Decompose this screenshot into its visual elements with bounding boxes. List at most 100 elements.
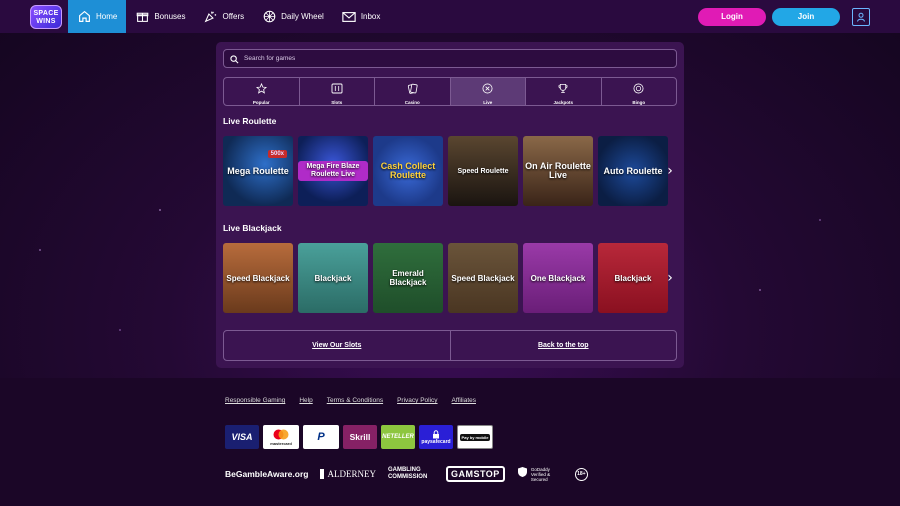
game-tile[interactable]: One Blackjack (523, 243, 593, 313)
nav-offers[interactable]: Offers (194, 0, 253, 33)
tab-slots[interactable]: Slots (300, 78, 375, 105)
nav-home[interactable]: Home (68, 0, 127, 33)
mail-icon (342, 10, 356, 24)
game-tile[interactable]: Auto Roulette (598, 136, 668, 206)
footer-link-responsible-gaming[interactable]: Responsible Gaming (225, 397, 285, 404)
visa-logo: VISA (225, 425, 259, 449)
game-title: Auto Roulette (603, 165, 663, 176)
tab-jackpots-label: Jackpots (553, 99, 573, 105)
category-tabs: Popular Slots Casino Live Jackpots Bingo (223, 77, 677, 106)
game-title: Speed Roulette (457, 167, 509, 175)
age-18-plus-badge: 18+ (574, 467, 588, 481)
begambleaware-logo[interactable]: BeGambleAware.org (225, 469, 308, 479)
game-title: Mega Roulette (227, 165, 289, 176)
shield-icon (517, 465, 528, 483)
godaddy-text: GoDaddy Verified & Secured (530, 466, 551, 482)
bottom-links: View Our Slots Back to the top (223, 330, 677, 361)
nav-inbox[interactable]: Inbox (333, 0, 390, 33)
party-popper-icon (203, 10, 217, 24)
pay-by-mobile-text: Pay by mobile (459, 433, 491, 441)
gambling-commission-logo[interactable]: GAMBLING COMMISSION (388, 467, 434, 481)
footer-link-privacy[interactable]: Privacy Policy (397, 397, 437, 404)
nav-daily-wheel[interactable]: Daily Wheel (253, 0, 333, 33)
game-title: Cash Collect Roulette (380, 161, 436, 180)
mastercard-logo: mastercard (263, 425, 299, 449)
logo[interactable]: SPACE WINS (24, 0, 68, 33)
tab-slots-label: Slots (331, 99, 343, 105)
footer-link-affiliates[interactable]: Affiliates (452, 397, 476, 404)
live-chip-icon (482, 79, 493, 98)
game-tile[interactable]: Speed Blackjack (448, 243, 518, 313)
footer-links: Responsible Gaming Help Terms & Conditio… (225, 397, 476, 404)
top-header: SPACE WINS Home Bonuses Offers Daily Whe… (0, 0, 900, 33)
tab-jackpots[interactable]: Jackpots (526, 78, 602, 105)
roulette-next-arrow[interactable]: › (664, 136, 676, 206)
payment-methods: VISA mastercard PayPalP Skrill NETELLER … (225, 425, 493, 449)
search-input[interactable]: Search for games (223, 49, 677, 68)
tab-live-label: Live (483, 99, 493, 105)
game-tile[interactable]: Cash Collect Roulette (373, 136, 443, 206)
neteller-logo: NETELLER (381, 425, 415, 449)
gamstop-logo[interactable]: GAMSTOP (445, 466, 505, 482)
game-tile[interactable]: Speed Blackjack (223, 243, 293, 313)
blackjack-next-arrow[interactable]: › (664, 243, 676, 313)
gift-icon (135, 10, 149, 24)
game-tile[interactable]: Speed Roulette (448, 136, 518, 206)
games-panel: Search for games Popular Slots Casino Li… (216, 42, 684, 368)
bingo-ball-icon (633, 79, 644, 98)
game-title: On Air Roulette Live (525, 161, 591, 180)
regulator-logos: BeGambleAware.org ALDERNEY GAMBLING COMM… (225, 465, 588, 483)
slot-machine-icon (331, 79, 343, 98)
home-icon (77, 10, 91, 24)
paysafecard-text: paysafecard (421, 438, 451, 445)
alderney-logo[interactable]: ALDERNEY (320, 469, 376, 479)
godaddy-verified-badge[interactable]: GoDaddy Verified & Secured (517, 465, 563, 483)
wheel-icon (262, 10, 276, 24)
logo-text: SPACE WINS (33, 9, 59, 25)
game-tile[interactable]: Blackjack (298, 243, 368, 313)
footer-link-terms[interactable]: Terms & Conditions (327, 397, 383, 404)
header-actions: Login Join (698, 7, 870, 26)
game-tile[interactable]: On Air Roulette Live (523, 136, 593, 206)
section-title-blackjack: Live Blackjack (223, 223, 282, 233)
game-title: Speed Blackjack (226, 273, 290, 283)
game-tile[interactable]: Blackjack (598, 243, 668, 313)
game-title: Speed Blackjack (451, 273, 515, 283)
game-title: Emerald Blackjack (389, 269, 427, 287)
footer-link-help[interactable]: Help (299, 397, 312, 404)
nav-daily-wheel-label: Daily Wheel (281, 12, 324, 21)
chevron-right-icon: › (667, 163, 673, 179)
game-title: Blackjack (314, 273, 352, 283)
chevron-right-icon: › (667, 270, 673, 286)
tab-popular-label: Popular (252, 99, 270, 105)
game-title: Mega Fire Blaze Roulette Live (298, 161, 368, 181)
roulette-row: Mega Roulette 500x Mega Fire Blaze Roule… (223, 136, 668, 206)
star-icon (255, 79, 267, 98)
game-tile[interactable]: Emerald Blackjack (373, 243, 443, 313)
nav-inbox-label: Inbox (360, 12, 381, 21)
tab-popular[interactable]: Popular (224, 78, 300, 105)
tab-bingo[interactable]: Bingo (602, 78, 677, 105)
game-title: Blackjack (614, 273, 652, 283)
footer: Responsible Gaming Help Terms & Conditio… (0, 378, 900, 506)
game-tile[interactable]: Mega Roulette 500x (223, 136, 293, 206)
back-to-top-link[interactable]: Back to the top (451, 331, 677, 360)
game-tile[interactable]: Mega Fire Blaze Roulette Live (298, 136, 368, 206)
login-button[interactable]: Login (698, 7, 766, 26)
trophy-icon (557, 79, 569, 98)
nav-bonuses[interactable]: Bonuses (126, 0, 194, 33)
view-slots-link[interactable]: View Our Slots (224, 331, 451, 360)
search-placeholder: Search for games (244, 55, 296, 62)
tab-casino[interactable]: Casino (375, 78, 451, 105)
tab-casino-label: Casino (404, 99, 420, 105)
account-button[interactable] (852, 7, 870, 26)
pay-by-mobile-logo: Pay by mobile (457, 425, 493, 449)
game-title: One Blackjack (530, 273, 586, 283)
nav-bonuses-label: Bonuses (154, 12, 186, 21)
section-title-roulette: Live Roulette (223, 116, 277, 126)
tab-live[interactable]: Live (450, 78, 526, 105)
mastercard-text: mastercard (270, 440, 292, 446)
user-icon (856, 7, 866, 26)
skrill-logo: Skrill (343, 425, 377, 449)
join-button[interactable]: Join (772, 7, 840, 26)
